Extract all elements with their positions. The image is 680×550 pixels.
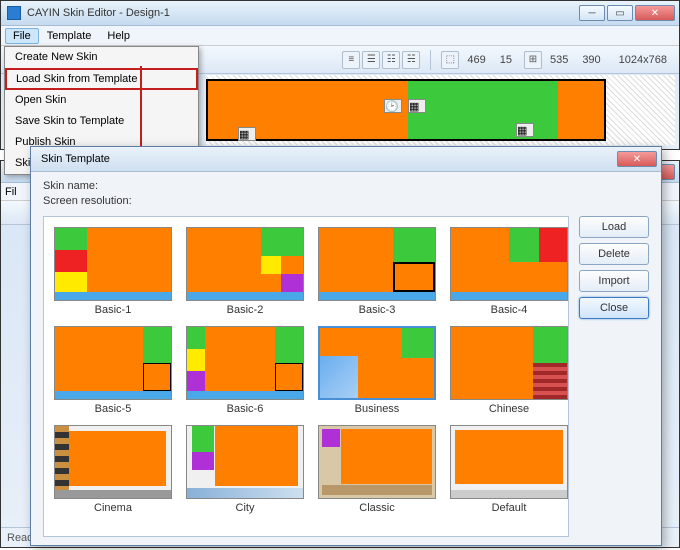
y-value: 390 xyxy=(576,54,606,66)
tool-align2-icon[interactable]: ☰ xyxy=(362,51,380,69)
maximize-button[interactable]: ▭ xyxy=(607,5,633,21)
template-city[interactable]: City xyxy=(186,425,304,514)
height-value: 15 xyxy=(494,54,518,66)
close-dialog-button[interactable]: Close xyxy=(579,297,649,319)
menu-item-create-skin[interactable]: Create New Skin xyxy=(5,47,198,68)
template-basic-2[interactable]: Basic-2 xyxy=(186,227,304,316)
delete-button[interactable]: Delete xyxy=(579,243,649,265)
placeholder2-icon: ▦ xyxy=(516,123,534,137)
skin-template-dialog: Skin Template ✕ Skin name: Screen resolu… xyxy=(30,146,662,546)
template-label: Classic xyxy=(359,502,394,514)
resolution-value: 1024x768 xyxy=(613,54,673,66)
x-value: 535 xyxy=(544,54,574,66)
design-preview[interactable]: 🕑 ▦ ▦ ▦ xyxy=(206,79,606,141)
menu-file[interactable]: File xyxy=(5,28,39,44)
image-icon: ▦ xyxy=(408,99,426,113)
template-label: Basic-6 xyxy=(227,403,264,415)
tool-align-icon[interactable]: ≡ xyxy=(342,51,360,69)
skin-name-label: Skin name: xyxy=(43,180,98,192)
import-button[interactable]: Import xyxy=(579,270,649,292)
dialog-title: Skin Template xyxy=(41,153,110,165)
clock-icon: 🕑 xyxy=(384,99,402,113)
menu-item-save-to-template[interactable]: Save Skin to Template xyxy=(5,111,198,132)
menu-help[interactable]: Help xyxy=(99,28,138,44)
template-label: Basic-2 xyxy=(227,304,264,316)
template-default[interactable]: Default xyxy=(450,425,568,514)
tool-align4-icon[interactable]: ☵ xyxy=(402,51,420,69)
resolution-label: Screen resolution: xyxy=(43,195,132,207)
minimize-button[interactable]: ─ xyxy=(579,5,605,21)
tool-pos-icon[interactable]: ⊞ xyxy=(524,51,542,69)
menu-item-open-skin[interactable]: Open Skin xyxy=(5,90,198,111)
dialog-close-button[interactable]: ✕ xyxy=(617,151,657,167)
template-label: Basic-4 xyxy=(491,304,528,316)
titlebar: CAYIN Skin Editor - Design-1 ─ ▭ ✕ xyxy=(1,1,679,26)
tool-size-icon[interactable]: ⬚ xyxy=(441,51,459,69)
template-label: Business xyxy=(355,403,400,415)
template-basic-6[interactable]: Basic-6 xyxy=(186,326,304,415)
template-basic-5[interactable]: Basic-5 xyxy=(54,326,172,415)
window-controls: ─ ▭ ✕ xyxy=(579,5,675,21)
template-label: Chinese xyxy=(489,403,529,415)
template-label: Basic-3 xyxy=(359,304,396,316)
close-button[interactable]: ✕ xyxy=(635,5,675,21)
template-label: Basic-5 xyxy=(95,403,132,415)
load-button[interactable]: Load xyxy=(579,216,649,238)
dialog-titlebar: Skin Template ✕ xyxy=(31,147,661,172)
template-label: City xyxy=(236,502,255,514)
template-basic-3[interactable]: Basic-3 xyxy=(318,227,436,316)
template-basic-1[interactable]: Basic-1 xyxy=(54,227,172,316)
template-label: Default xyxy=(492,502,527,514)
template-chinese[interactable]: Chinese xyxy=(450,326,568,415)
app-icon xyxy=(7,6,21,20)
menu-item-load-from-template[interactable]: Load Skin from Template xyxy=(5,68,198,90)
width-value: 469 xyxy=(461,54,491,66)
template-business[interactable]: Business xyxy=(318,326,436,415)
template-label: Basic-1 xyxy=(95,304,132,316)
tool-align3-icon[interactable]: ☷ xyxy=(382,51,400,69)
menu-template[interactable]: Template xyxy=(39,28,100,44)
window-title: CAYIN Skin Editor - Design-1 xyxy=(27,7,170,19)
template-classic[interactable]: Classic xyxy=(318,425,436,514)
dialog-buttons: Load Delete Import Close xyxy=(579,216,649,537)
template-cinema[interactable]: Cinema xyxy=(54,425,172,514)
template-grid: Basic-1 Basic-2 xyxy=(43,216,569,537)
placeholder-icon: ▦ xyxy=(238,127,256,141)
bg-menu-file[interactable]: Fil xyxy=(5,186,17,198)
template-label: Cinema xyxy=(94,502,132,514)
menubar: File Template Help xyxy=(1,26,679,46)
template-basic-4[interactable]: Basic-4 xyxy=(450,227,568,316)
canvas-area: 🕑 ▦ ▦ ▦ xyxy=(206,75,675,145)
